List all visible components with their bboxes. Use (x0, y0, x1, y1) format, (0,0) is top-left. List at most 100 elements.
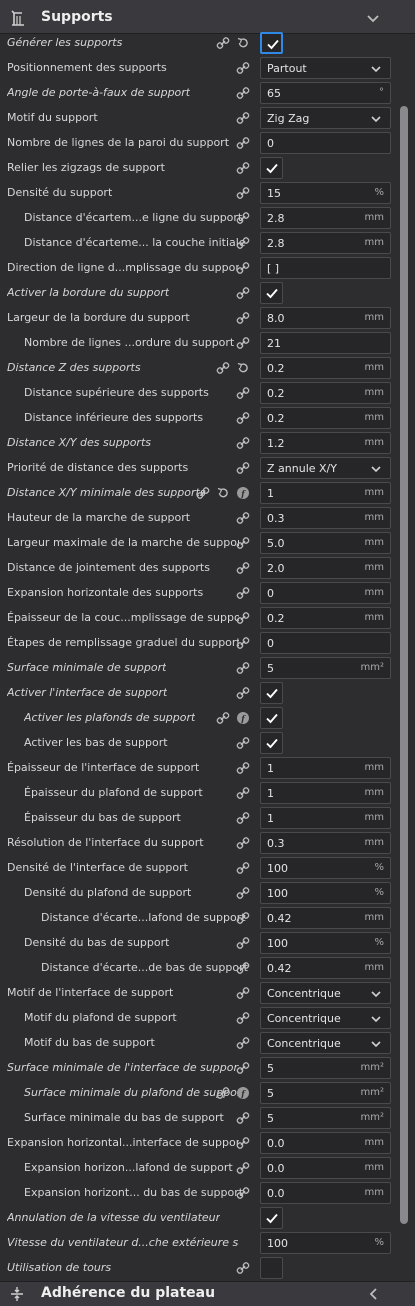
function-icon[interactable]: f (236, 1086, 250, 1100)
link-icon[interactable] (236, 611, 250, 625)
reset-icon[interactable] (236, 36, 250, 50)
setting-checkbox[interactable] (260, 1207, 283, 1229)
setting-input[interactable]: 21 (260, 332, 391, 354)
setting-input[interactable]: 5 mm² (260, 657, 391, 679)
link-icon[interactable] (236, 836, 250, 850)
link-icon[interactable] (236, 1161, 250, 1175)
setting-checkbox[interactable] (260, 282, 283, 304)
setting-checkbox[interactable] (260, 32, 283, 54)
link-icon[interactable] (236, 1136, 250, 1150)
link-icon[interactable] (236, 886, 250, 900)
setting-dropdown[interactable]: Zig Zag (260, 107, 391, 129)
chevron-left-icon[interactable] (366, 1286, 382, 1302)
setting-input[interactable]: 0 (260, 632, 391, 654)
setting-input[interactable]: 2.0 mm (260, 557, 391, 579)
setting-input[interactable]: 5.0 mm (260, 532, 391, 554)
link-icon[interactable] (216, 711, 230, 725)
setting-input[interactable]: 100% (260, 857, 391, 879)
link-icon[interactable] (236, 86, 250, 100)
setting-dropdown[interactable]: Concentrique (260, 1032, 391, 1054)
setting-checkbox[interactable] (260, 732, 283, 754)
link-icon[interactable] (236, 311, 250, 325)
reset-icon[interactable] (236, 361, 250, 375)
link-icon[interactable] (236, 586, 250, 600)
setting-checkbox[interactable] (260, 1257, 283, 1279)
setting-input[interactable]: 0.0 mm (260, 1157, 391, 1179)
link-icon[interactable] (236, 1061, 250, 1075)
setting-dropdown[interactable]: Z annule X/Y (260, 457, 391, 479)
link-icon[interactable] (236, 1261, 250, 1275)
setting-input[interactable]: 5 mm² (260, 1082, 391, 1104)
setting-input[interactable]: 100% (260, 882, 391, 904)
setting-input[interactable]: 100% (260, 932, 391, 954)
link-icon[interactable] (236, 936, 250, 950)
setting-input[interactable]: [ ] (260, 257, 391, 279)
link-icon[interactable] (216, 1086, 230, 1100)
link-icon[interactable] (236, 561, 250, 575)
setting-input[interactable]: 0.0 mm (260, 1182, 391, 1204)
reset-icon[interactable] (216, 486, 230, 500)
setting-input[interactable]: 0 mm (260, 582, 391, 604)
setting-input[interactable]: 1 mm (260, 807, 391, 829)
link-icon[interactable] (236, 261, 250, 275)
section-header-supports[interactable]: Supports (0, 0, 415, 34)
link-icon[interactable] (236, 336, 250, 350)
scrollbar[interactable] (400, 106, 408, 1224)
setting-input[interactable]: 1 mm (260, 757, 391, 779)
setting-input[interactable]: 0 (260, 132, 391, 154)
link-icon[interactable] (236, 461, 250, 475)
chevron-down-icon[interactable] (364, 9, 382, 27)
link-icon[interactable] (236, 386, 250, 400)
setting-input[interactable]: 100% (260, 1232, 391, 1254)
link-icon[interactable] (236, 211, 250, 225)
link-icon[interactable] (236, 1186, 250, 1200)
link-icon[interactable] (236, 61, 250, 75)
setting-input[interactable]: 2.8 mm (260, 232, 391, 254)
link-icon[interactable] (236, 636, 250, 650)
setting-input[interactable]: 0.2 mm (260, 357, 391, 379)
link-icon[interactable] (236, 436, 250, 450)
setting-input[interactable]: 0.3 mm (260, 832, 391, 854)
link-icon[interactable] (236, 811, 250, 825)
setting-dropdown[interactable]: Partout (260, 57, 391, 79)
setting-input[interactable]: 0.42 mm (260, 907, 391, 929)
setting-input[interactable]: 0.2 mm (260, 607, 391, 629)
link-icon[interactable] (236, 911, 250, 925)
link-icon[interactable] (236, 536, 250, 550)
link-icon[interactable] (236, 861, 250, 875)
link-icon[interactable] (216, 361, 230, 375)
link-icon[interactable] (196, 486, 210, 500)
function-icon[interactable]: f (236, 711, 250, 725)
link-icon[interactable] (236, 686, 250, 700)
link-icon[interactable] (236, 961, 250, 975)
link-icon[interactable] (236, 161, 250, 175)
setting-input[interactable]: 0.3 mm (260, 507, 391, 529)
setting-input[interactable]: 1.2 mm (260, 432, 391, 454)
setting-input[interactable]: 1 mm (260, 482, 391, 504)
setting-input[interactable]: 2.8 mm (260, 207, 391, 229)
setting-input[interactable]: 1 mm (260, 782, 391, 804)
section-header-build-plate-adhesion[interactable]: Adhérence du plateau (0, 1281, 415, 1306)
link-icon[interactable] (236, 136, 250, 150)
link-icon[interactable] (236, 236, 250, 250)
setting-input[interactable]: 0.2 mm (260, 382, 391, 404)
link-icon[interactable] (236, 736, 250, 750)
setting-input[interactable]: 0.2 mm (260, 407, 391, 429)
link-icon[interactable] (236, 1036, 250, 1050)
setting-input[interactable]: 65 ° (260, 82, 391, 104)
setting-checkbox[interactable] (260, 157, 283, 179)
link-icon[interactable] (236, 761, 250, 775)
setting-dropdown[interactable]: Concentrique (260, 1007, 391, 1029)
setting-checkbox[interactable] (260, 682, 283, 704)
function-icon[interactable]: f (236, 486, 250, 500)
setting-checkbox[interactable] (260, 707, 283, 729)
link-icon[interactable] (236, 786, 250, 800)
setting-input[interactable]: 0.42 mm (260, 957, 391, 979)
link-icon[interactable] (236, 411, 250, 425)
link-icon[interactable] (236, 111, 250, 125)
link-icon[interactable] (236, 1011, 250, 1025)
setting-input[interactable]: 8.0 mm (260, 307, 391, 329)
setting-input[interactable]: 5 mm² (260, 1057, 391, 1079)
link-icon[interactable] (236, 1111, 250, 1125)
link-icon[interactable] (236, 286, 250, 300)
